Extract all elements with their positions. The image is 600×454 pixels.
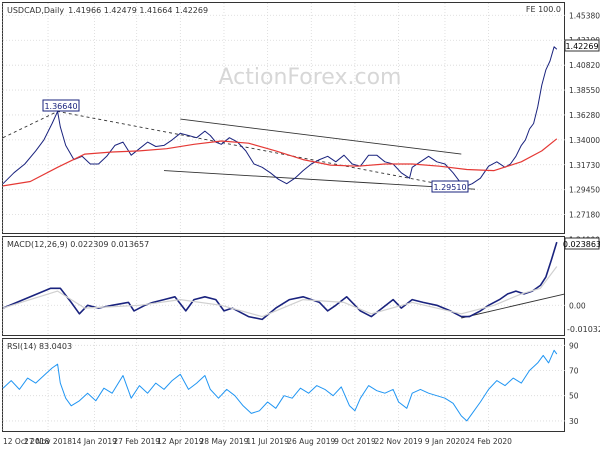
x-tick-label: 27 Feb 2019 bbox=[113, 437, 160, 446]
trendline bbox=[180, 118, 462, 155]
macd-bottom-label: -0.010326 bbox=[567, 325, 600, 334]
x-tick-label: 24 Feb 2020 bbox=[465, 437, 512, 446]
rsi-tick-label: 70 bbox=[569, 367, 579, 376]
x-tick-label: 14 Jan 2019 bbox=[72, 437, 117, 446]
chart-svg: ActionForex.com 1.453801.431001.408201.3… bbox=[2, 2, 600, 446]
watermark: ActionForex.com bbox=[219, 65, 402, 90]
x-tick-label: 9 Jan 2020 bbox=[425, 437, 465, 446]
y-tick-label: 1.45380 bbox=[569, 11, 600, 20]
price-symbol: USDCAD,Daily bbox=[7, 6, 64, 15]
macd-panel-frame bbox=[2, 236, 565, 336]
price-panel-frame bbox=[2, 2, 565, 234]
y-tick-label: 1.36280 bbox=[569, 111, 600, 120]
signal-line bbox=[2, 266, 558, 318]
price-ohlc: 1.41966 1.42479 1.41664 1.42269 bbox=[68, 6, 208, 15]
x-tick-label: 27 Nov 2018 bbox=[24, 437, 72, 446]
low-label: 1.29510 bbox=[433, 183, 466, 192]
x-tick-label: 26 Aug 2019 bbox=[287, 437, 335, 446]
macd-top-label: 0.023863 bbox=[563, 240, 600, 249]
macd-legend: MACD(12,26,9) 0.022309 0.013657 bbox=[7, 240, 149, 249]
macd-tick-label: 0.00 bbox=[569, 301, 586, 310]
price-legend: USDCAD,Daily 1.41966 1.42479 1.41664 1.42… bbox=[7, 6, 208, 15]
x-tick-label: 12 Apr 2019 bbox=[157, 437, 204, 446]
y-tick-label: 1.31730 bbox=[569, 161, 600, 170]
y-tick-label: 1.38550 bbox=[569, 86, 600, 95]
x-tick-label: 11 Jul 2019 bbox=[246, 437, 289, 446]
x-tick-label: 9 Oct 2019 bbox=[334, 437, 376, 446]
x-tick-label: 28 May 2019 bbox=[200, 437, 249, 446]
high-label: 1.36640 bbox=[44, 102, 77, 111]
y-tick-label: 1.40820 bbox=[569, 61, 600, 70]
rsi-tick-label: 30 bbox=[569, 417, 579, 426]
rsi-legend: RSI(14) 83.0403 bbox=[7, 342, 72, 351]
y-axis-labels: 1.453801.431001.408201.385501.362801.340… bbox=[569, 11, 600, 426]
rsi-tick-label: 50 bbox=[569, 392, 579, 401]
chart-root: ActionForex.com 1.453801.431001.408201.3… bbox=[0, 0, 600, 450]
y-tick-label: 1.27180 bbox=[569, 211, 600, 220]
y-tick-label: 1.29450 bbox=[569, 186, 600, 195]
y-tick-label: 1.34000 bbox=[569, 136, 600, 145]
x-axis-labels: 12 Oct 201827 Nov 2018 14 Jan 201927 Feb … bbox=[3, 437, 512, 446]
rsi-line bbox=[2, 349, 558, 422]
trendline bbox=[163, 170, 476, 190]
x-tick-label: 22 Nov 2019 bbox=[375, 437, 423, 446]
trendline bbox=[2, 110, 462, 189]
rsi-panel-frame bbox=[2, 338, 565, 432]
rsi-tick-label: 90 bbox=[569, 341, 579, 350]
moving-average-line bbox=[2, 138, 558, 187]
last-price-label: 1.42269 bbox=[565, 42, 598, 51]
fe-label: FE 100.0 bbox=[526, 5, 561, 14]
